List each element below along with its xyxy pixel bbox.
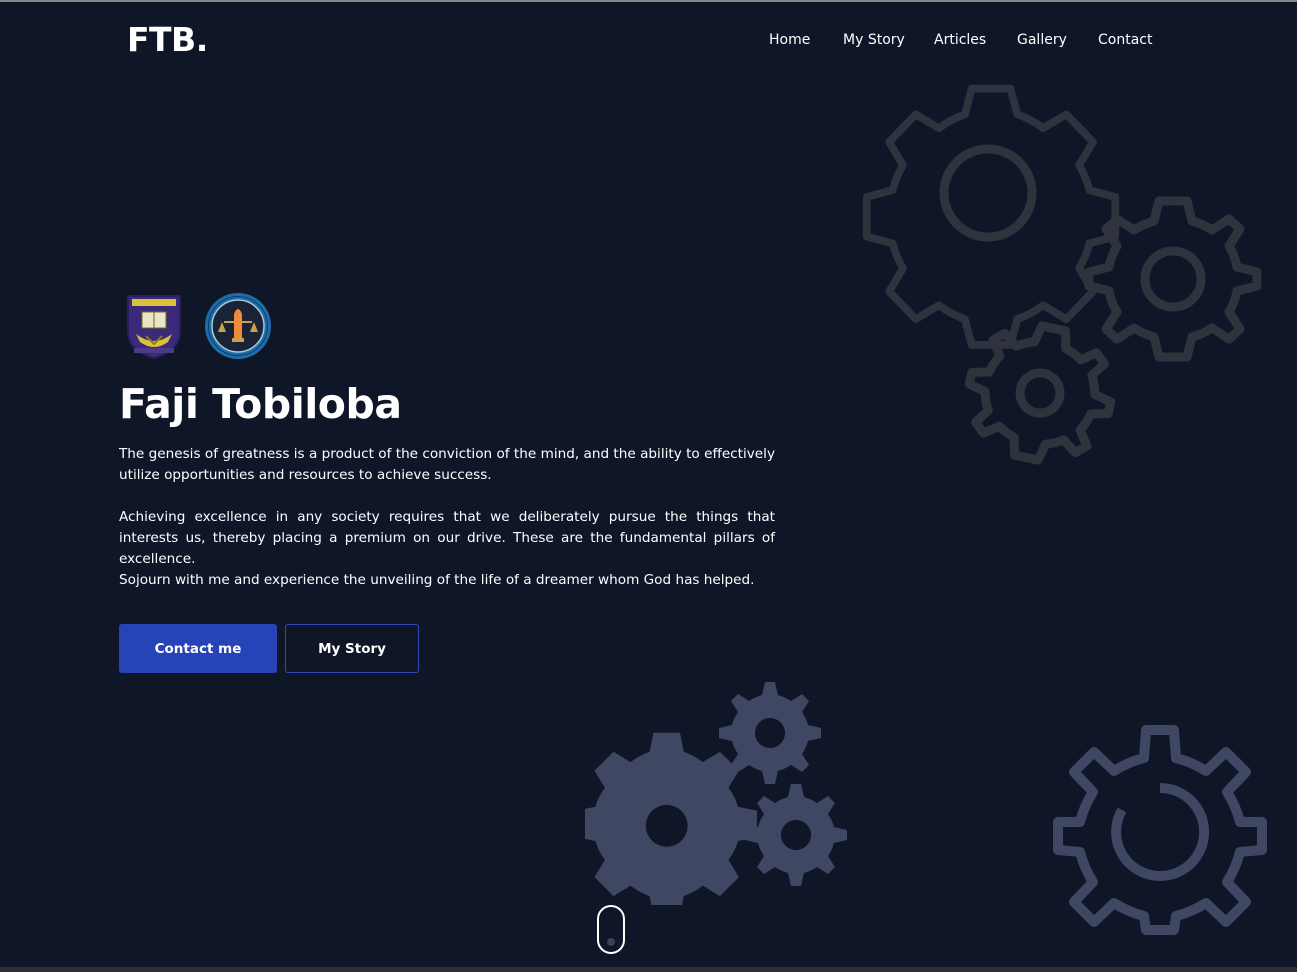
gear-outline-icon xyxy=(1053,725,1267,935)
site-logo[interactable]: FTB. xyxy=(127,20,208,59)
law-society-seal-icon xyxy=(204,292,272,360)
top-border xyxy=(0,0,1297,2)
affiliation-badges xyxy=(124,292,272,360)
gears-filled-icon xyxy=(585,682,847,905)
nav-home[interactable]: Home xyxy=(769,32,810,48)
scroll-dot xyxy=(607,938,615,946)
hero-paragraph: The genesis of greatness is a product of… xyxy=(119,446,775,483)
gears-outline-icon xyxy=(862,84,1262,465)
nav-gallery[interactable]: Gallery xyxy=(1017,32,1067,48)
hero-paragraph: Sojourn with me and experience the unvei… xyxy=(119,572,755,588)
nav-my-story[interactable]: My Story xyxy=(843,32,905,48)
university-crest-icon xyxy=(124,292,184,360)
hero-paragraph: Achieving excellence in any society requ… xyxy=(119,509,775,567)
nav-contact[interactable]: Contact xyxy=(1098,32,1152,48)
nav-articles[interactable]: Articles xyxy=(934,32,986,48)
bottom-bar xyxy=(0,967,1297,972)
mouse-scroll-icon[interactable] xyxy=(597,905,625,954)
my-story-button[interactable]: My Story xyxy=(285,624,419,673)
hero-description: The genesis of greatness is a product of… xyxy=(119,444,775,591)
contact-me-button[interactable]: Contact me xyxy=(119,624,277,673)
hero-title: Faji Tobiloba xyxy=(119,380,402,428)
